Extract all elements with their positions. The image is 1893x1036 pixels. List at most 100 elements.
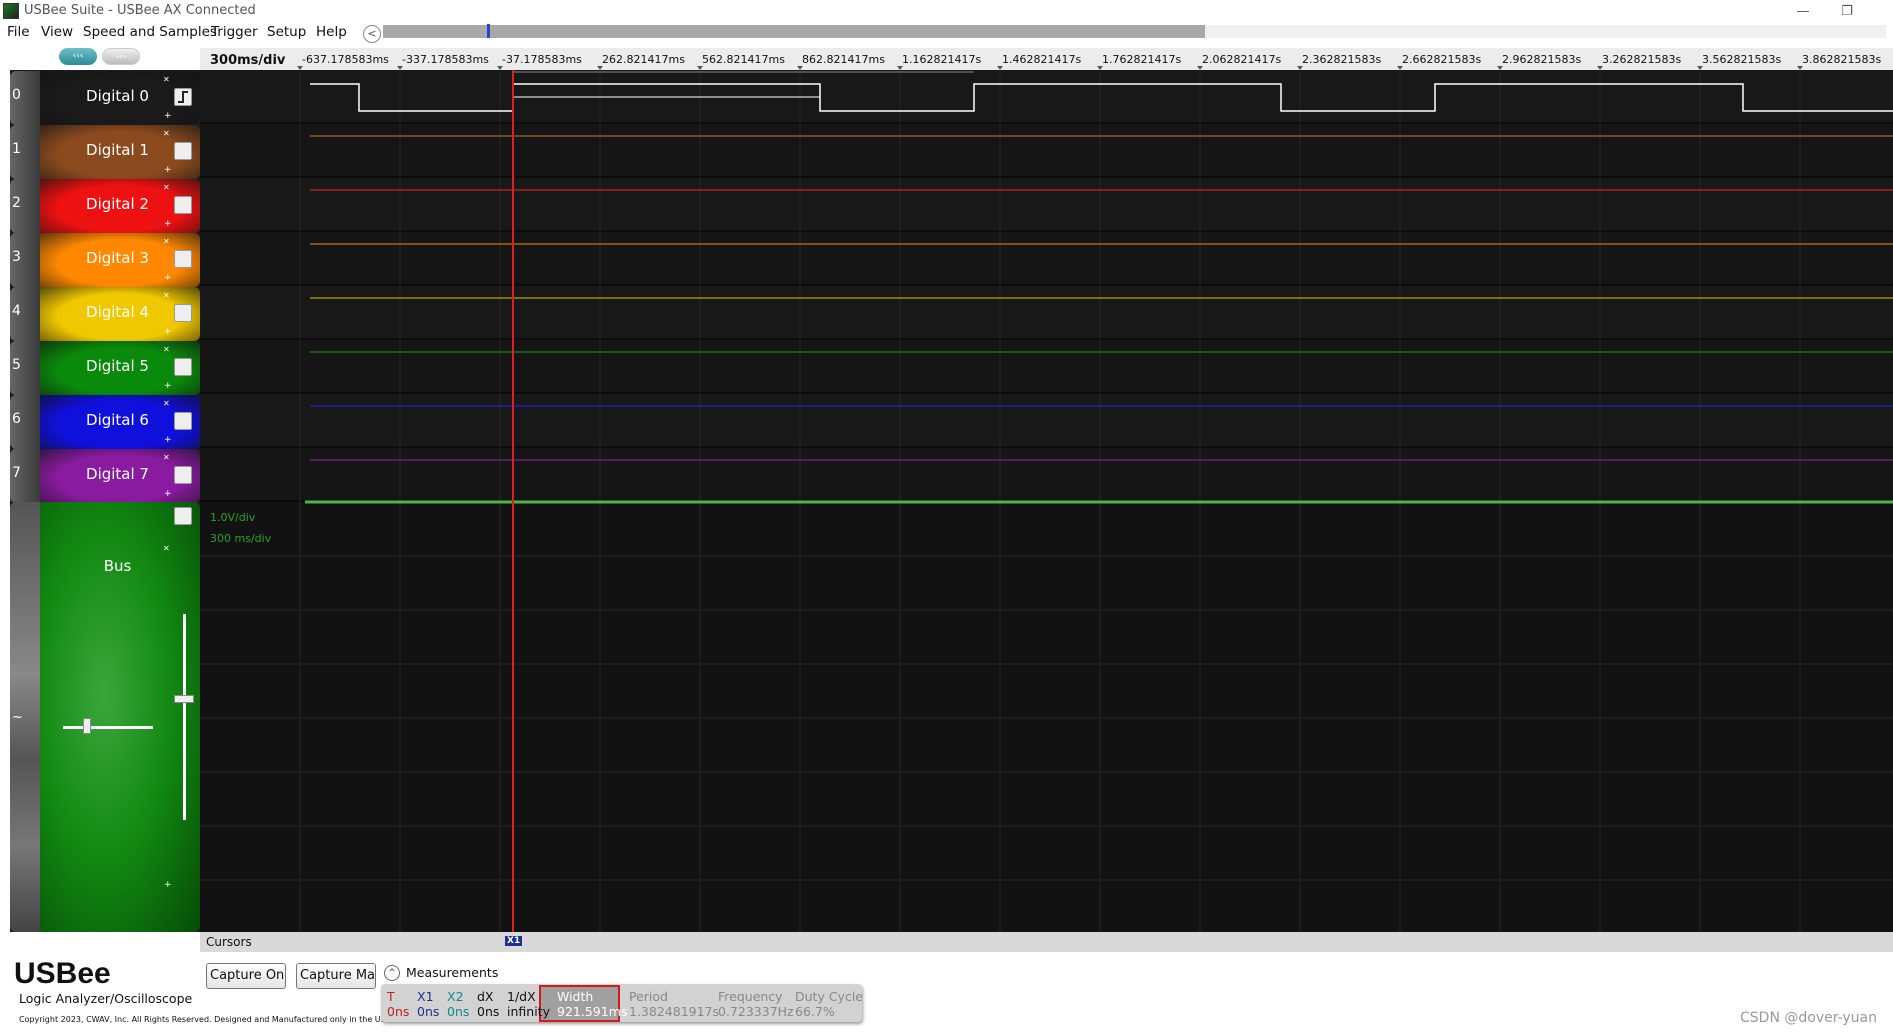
measurement-x2: X2 0ns	[447, 989, 469, 1019]
channel-checkbox[interactable]	[174, 412, 192, 430]
channel-checkbox[interactable]	[174, 358, 192, 376]
time-tick-label: 3.862821583s	[1802, 53, 1882, 66]
channel-checkbox[interactable]	[174, 196, 192, 214]
cursor-x1-marker[interactable]: X1	[505, 936, 523, 946]
time-tick-label: 1.162821417s	[902, 53, 982, 66]
time-per-div-label[interactable]: 300ms/div	[210, 53, 285, 68]
channel-close-icon[interactable]: ✕	[163, 399, 170, 408]
channel-index: 3	[10, 233, 40, 287]
channel-add-icon[interactable]: +	[164, 111, 172, 121]
channel-row-1[interactable]: 1 Digital 1 ✕ +	[10, 125, 200, 179]
zoom-out-pill[interactable]: ‹‹‹	[59, 48, 97, 65]
channel-close-icon[interactable]: ✕	[163, 129, 170, 138]
bus-name: Bus	[103, 557, 132, 575]
channel-row-5[interactable]: 5 Digital 5 ✕ +	[10, 341, 200, 395]
measurement-dx: dX 0ns	[477, 989, 499, 1019]
channel-row-7[interactable]: 7 Digital 7 ✕ +	[10, 449, 200, 503]
channel-close-icon[interactable]: ✕	[163, 183, 170, 192]
lane-background	[200, 124, 1893, 178]
channel-checkbox[interactable]	[174, 142, 192, 160]
bus-lane-background	[200, 502, 1893, 932]
menu-trigger[interactable]: Trigger	[211, 24, 258, 40]
channel-checkbox[interactable]	[174, 466, 192, 484]
channel-name[interactable]: Digital 5	[40, 357, 195, 375]
bus-horizontal-slider-track	[63, 726, 153, 729]
bus-close-icon[interactable]: ✕	[163, 544, 170, 553]
bus-horizontal-slider[interactable]	[83, 718, 91, 734]
channel-add-icon[interactable]: +	[164, 219, 172, 229]
overview-scroll-thumb[interactable]	[383, 25, 1205, 38]
channel-name[interactable]: Digital 1	[40, 141, 195, 159]
measurement-1-dx: 1/dX infinity	[507, 989, 550, 1019]
channel-name[interactable]: Digital 2	[40, 195, 195, 213]
channel-row-6[interactable]: 6 Digital 6 ✕ +	[10, 395, 200, 449]
bus-add-icon[interactable]: +	[164, 880, 172, 890]
channel-name[interactable]: Digital 7	[40, 465, 195, 483]
menu-speed-and-samples[interactable]: Speed and Samples	[83, 24, 217, 40]
channel-index: 1	[10, 125, 40, 179]
time-tick-label: 862.821417ms	[802, 53, 885, 66]
channel-row-3[interactable]: 3 Digital 3 ✕ +	[10, 233, 200, 287]
channel-row-0[interactable]: 0 Digital 0 ✕ +	[10, 71, 200, 125]
channel-add-icon[interactable]: +	[164, 435, 172, 445]
menu-help[interactable]: Help	[316, 24, 347, 40]
channel-row-2[interactable]: 2 Digital 2 ✕ +	[10, 179, 200, 233]
trigger-position-marker	[487, 24, 490, 38]
measurement-width: Width 921.591ms	[557, 989, 627, 1019]
channel-add-icon[interactable]: +	[164, 489, 172, 499]
copyright-text: Copyright 2023, CWAV, Inc. All Rights Re…	[19, 1015, 395, 1024]
channel-name[interactable]: Digital 3	[40, 249, 195, 267]
measurement-label: Period	[629, 989, 668, 1004]
menu-file[interactable]: File	[7, 24, 30, 40]
channel-checkbox[interactable]	[174, 304, 192, 322]
measurement-label: Duty Cycle	[795, 989, 863, 1004]
zoom-in-pill[interactable]: ›››	[102, 48, 140, 65]
channel-name[interactable]: Digital 4	[40, 303, 195, 321]
bus-checkbox[interactable]	[174, 507, 192, 525]
watermark: CSDN @dover-yuan	[1740, 1010, 1877, 1026]
restore-button[interactable]: ❐	[1827, 2, 1867, 22]
channel-row-4[interactable]: 4 Digital 4 ✕ +	[10, 287, 200, 341]
measurement-t: T 0ns	[387, 989, 409, 1019]
time-tick-label: -637.178583ms	[302, 53, 389, 66]
app-icon	[3, 3, 19, 19]
brand-subtitle: Logic Analyzer/Oscilloscope	[19, 991, 193, 1006]
time-tick-label: 3.262821583s	[1602, 53, 1682, 66]
channel-add-icon[interactable]: +	[164, 165, 172, 175]
cursor-bar[interactable]	[200, 932, 1893, 952]
channel-checkbox[interactable]	[174, 250, 192, 268]
scroll-left-button[interactable]: <	[363, 25, 381, 43]
measurement-frequency: Frequency 0.723337Hz	[718, 989, 794, 1019]
channel-add-icon[interactable]: +	[164, 381, 172, 391]
measurement-value: 0ns	[447, 1004, 470, 1019]
measurements-toggle-icon[interactable]: ^	[384, 965, 400, 981]
measurement-label: X2	[447, 989, 464, 1004]
channel-name[interactable]: Digital 6	[40, 411, 195, 429]
measurement-value: 921.591ms	[557, 1004, 628, 1019]
measurement-label: T	[387, 989, 395, 1004]
channel-checkbox[interactable]	[174, 88, 192, 106]
channel-close-icon[interactable]: ✕	[163, 453, 170, 462]
channel-add-icon[interactable]: +	[164, 327, 172, 337]
time-tick-label: 3.562821583s	[1702, 53, 1782, 66]
title-bar: USBee Suite - USBee AX Connected — ❐	[0, 0, 1893, 24]
capture-many-button[interactable]: Capture Many	[296, 963, 376, 989]
channel-close-icon[interactable]: ✕	[163, 75, 170, 84]
lane-background	[200, 340, 1893, 394]
menu-view[interactable]: View	[41, 24, 73, 40]
time-tick-label: 2.062821417s	[1202, 53, 1282, 66]
bus-vertical-slider-track	[183, 614, 186, 820]
measurement-duty-cycle: Duty Cycle 66.7%	[795, 989, 863, 1019]
capture-once-button[interactable]: Capture Once	[206, 963, 286, 989]
waveform-canvas[interactable]	[200, 70, 1893, 932]
channel-close-icon[interactable]: ✕	[163, 291, 170, 300]
menu-setup[interactable]: Setup	[267, 24, 306, 40]
channel-close-icon[interactable]: ✕	[163, 237, 170, 246]
bus-vertical-slider[interactable]	[174, 695, 194, 703]
minimize-button[interactable]: —	[1783, 2, 1823, 22]
channel-add-icon[interactable]: +	[164, 273, 172, 283]
channel-name[interactable]: Digital 0	[40, 87, 195, 105]
channel-close-icon[interactable]: ✕	[163, 345, 170, 354]
time-tick-label: 1.762821417s	[1102, 53, 1182, 66]
menu-bar: File View Speed and Samples Trigger Setu…	[0, 24, 370, 46]
